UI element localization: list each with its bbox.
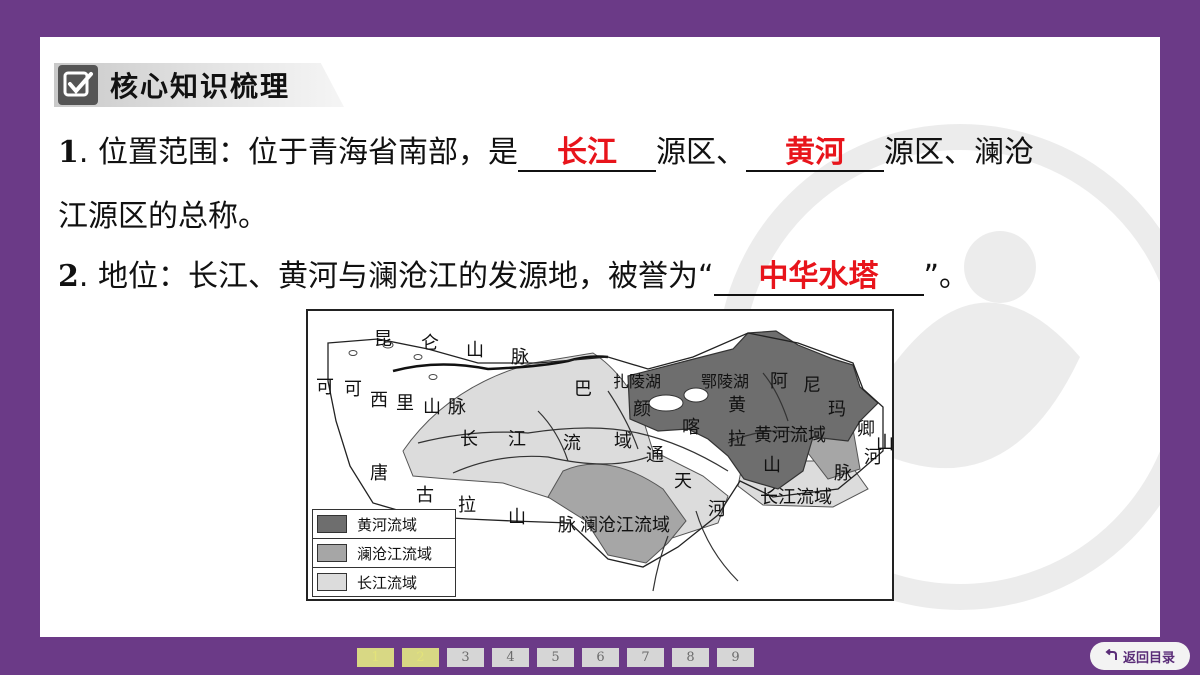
answer-blank: 中华水塔 (713, 260, 924, 296)
map-label: 脉 (834, 463, 852, 484)
map-label: 昆 (374, 329, 392, 350)
legend-swatch (317, 515, 347, 533)
page-button-4[interactable]: 4 (492, 648, 529, 667)
item-text: . 位置范围：位于青海省南部，是 (78, 135, 518, 170)
map-label: 尼 (803, 375, 821, 396)
map-label: 鄂陵湖 (701, 372, 749, 391)
item-number: 2 (58, 259, 79, 294)
checkbox-check-icon (58, 65, 98, 105)
page-button-8[interactable]: 8 (672, 648, 709, 667)
item-2-line: 2. 地位：长江、黄河与澜沧江的发源地，被誉为“ 中华水塔”。 (58, 257, 969, 297)
map-label: 长 (460, 429, 478, 450)
map-label: 仑 (421, 333, 439, 354)
map-label: 山 (423, 397, 441, 418)
back-button-label: 返回目录 (1122, 650, 1175, 666)
legend-swatch (317, 573, 347, 591)
page-navigation: 1 2 3 4 5 6 7 8 9 (357, 648, 754, 667)
map-label: 里 (396, 393, 414, 414)
answer-blank: 长江 (517, 136, 656, 172)
slide: 核心知识梳理 1. 位置范围：位于青海省南部，是 长江 源区、 黄河 源区、澜沧 江源区… (40, 37, 1160, 637)
map-label: 巴 (574, 379, 592, 400)
page-button-3[interactable]: 3 (447, 648, 484, 667)
item-number: 1 (58, 135, 79, 170)
section-title: 核心知识梳理 (110, 70, 291, 103)
map-label: 阿 (770, 371, 788, 392)
legend-label: 澜沧江流域 (357, 544, 433, 563)
legend-item-lancang: 澜沧江流域 (313, 538, 455, 567)
map-label: 可 (344, 379, 362, 400)
map-label: 颜 (633, 399, 651, 420)
lake-zhaling (648, 394, 684, 412)
map-label: 拉 (458, 495, 476, 516)
page-button-9[interactable]: 9 (717, 648, 754, 667)
map-legend: 黄河流域 澜沧江流域 长江流域 (312, 509, 456, 597)
map-label: 江 (508, 429, 526, 450)
map-label: 黄 (728, 395, 746, 416)
map-label: 唐 (370, 463, 388, 484)
map-label: 山 (466, 340, 484, 361)
item-text: ”。 (923, 259, 970, 294)
map-label: 脉 (511, 347, 529, 368)
map-label: 山 (763, 455, 781, 476)
map-label: 玛 (828, 399, 846, 420)
legend-label: 长江流域 (357, 573, 418, 592)
legend-item-yellow-river: 黄河流域 (313, 510, 455, 538)
map-label: 拉 (728, 429, 746, 450)
page-button-5[interactable]: 5 (537, 648, 574, 667)
item-1-line-2: 江源区的总称。 (58, 199, 268, 234)
page-button-2[interactable]: 2 (402, 648, 439, 667)
answer-blank: 黄河 (745, 136, 884, 172)
map-label: 山 (508, 507, 526, 528)
map-label: 长江流域 (760, 487, 832, 508)
map-label: 通 (646, 445, 664, 466)
map-label: 澜沧江流域 (580, 515, 670, 536)
map-label: 脉 (558, 515, 576, 536)
map-label: 脉 (448, 397, 466, 418)
section-title-bar: 核心知识梳理 (54, 63, 344, 107)
legend-label: 黄河流域 (357, 515, 418, 534)
map-label: 扎陵湖 (613, 372, 661, 391)
map-label: 可 (316, 377, 334, 398)
map-label: 流 (563, 433, 581, 454)
map-label: 喀 (682, 417, 700, 438)
map-label: 卿 (857, 419, 875, 440)
map-label: 河 (864, 447, 882, 468)
return-arrow-icon (1105, 649, 1117, 660)
map-label: 河 (708, 499, 726, 520)
item-text: 源区、澜沧 (883, 135, 1034, 170)
basin-map: 昆 仑 山 脉 可 可 西 里 山 脉 巴 扎陵湖 鄂陵湖 颜 喀 阿 尼 黄 … (306, 309, 894, 601)
map-label: 西 (370, 390, 388, 411)
map-label: 古 (416, 485, 434, 506)
legend-swatch (317, 544, 347, 562)
map-label: 天 (674, 471, 692, 492)
page-button-7[interactable]: 7 (627, 648, 664, 667)
back-to-contents-button[interactable]: 返回目录 (1090, 642, 1190, 670)
map-label: 黄河流域 (754, 425, 826, 446)
item-text: . 地位：长江、黄河与澜沧江的发源地，被誉为“ (78, 259, 714, 294)
legend-item-yangtze: 长江流域 (313, 567, 455, 596)
page-button-6[interactable]: 6 (582, 648, 619, 667)
item-1-line-1: 1. 位置范围：位于青海省南部，是 长江 源区、 黄河 源区、澜沧 (58, 133, 1034, 173)
page-button-1[interactable]: 1 (357, 648, 394, 667)
item-text: 源区、 (655, 135, 746, 170)
map-label: 域 (614, 431, 632, 452)
